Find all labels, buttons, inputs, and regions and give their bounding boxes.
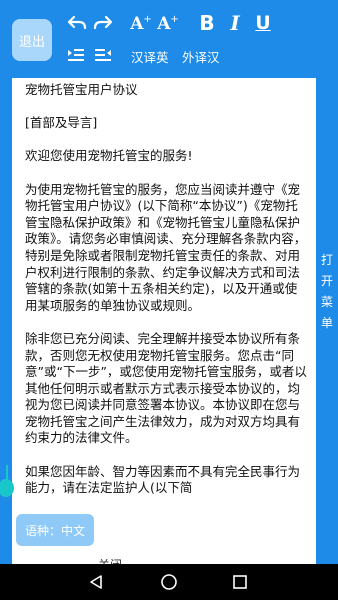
zh-to-en-button[interactable]: 汉译英 [131,47,169,66]
align-left-icon[interactable] [65,44,87,66]
foreign-to-zh-button[interactable]: 外译汉 [182,47,220,66]
document-paragraph: 为使用宠物托管宝的服务，您应当阅读并遵守《宠物托管宝用户协议》(以下简称“本协议… [25,181,307,313]
menu-char: 单 [320,316,333,330]
menu-char: 打 [320,253,333,267]
home-icon[interactable] [147,564,191,600]
document-editor[interactable]: 宠物托管宝用户协议 [首部及导言] 欢迎您使用宠物托管宝的服务! 为使用宠物托管… [12,78,316,564]
font-increase-label: A [130,14,144,34]
open-menu-label: 打 开 菜 单 [319,250,335,334]
system-navigation-bar [0,564,338,600]
document-paragraph: 除非您已充分阅读、完全理解并接受本协议所有条款，否则您无权使用宠物托管宝服务。您… [25,330,307,446]
document-title: 宠物托管宝用户协议 [25,82,138,97]
font-decrease-label: A [157,14,171,34]
language-selector[interactable]: 语种：中文 [16,514,94,546]
document-paragraph: 如果您因年龄、智力等因素而不具有完全民事行为能力，请在法定监护人(以下简 [25,463,301,496]
exit-button[interactable]: 退出 [12,19,52,61]
top-toolbar: 退出 A + A + B I U 汉译英 外译汉 [0,0,338,78]
menu-char: 开 [320,274,333,288]
open-menu-panel[interactable]: 打 开 菜 单 [316,78,338,564]
italic-icon[interactable]: I [224,10,246,36]
bold-icon[interactable]: B [196,10,218,36]
menu-char: 菜 [320,295,333,309]
align-right-icon[interactable] [92,44,114,66]
document-greeting: 欢迎您使用宠物托管宝的服务! [25,148,193,164]
undo-icon[interactable] [66,12,88,34]
back-icon[interactable] [74,564,118,600]
redo-icon[interactable] [92,12,114,34]
recents-icon[interactable] [218,564,262,600]
font-decrease-icon[interactable]: A + [156,12,180,36]
font-increase-icon[interactable]: A + [129,12,153,36]
document-section: [首部及导言] [25,115,98,131]
underline-icon[interactable]: U [252,10,274,36]
